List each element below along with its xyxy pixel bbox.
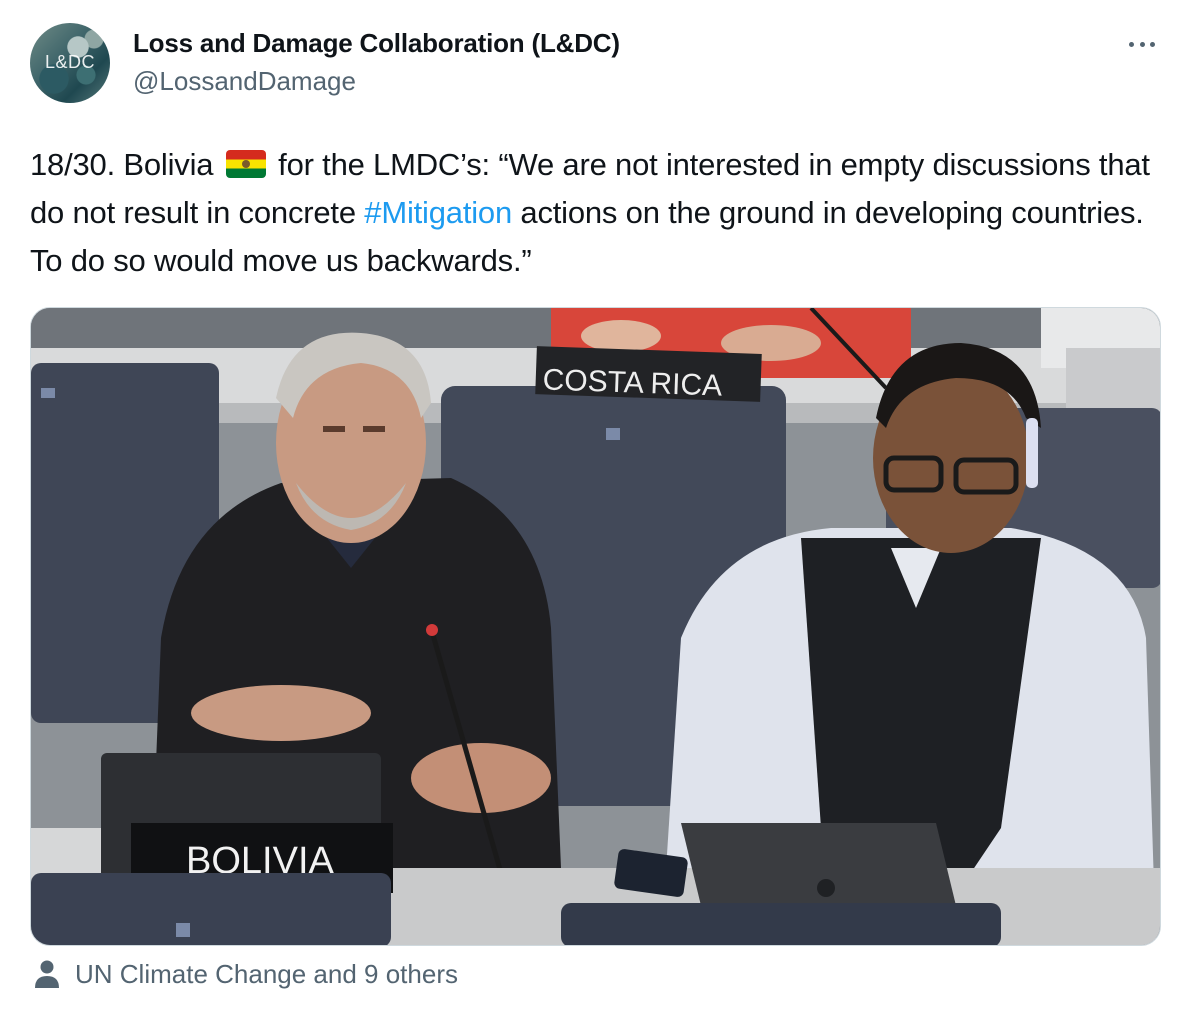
tagged-people[interactable]: UN Climate Change and 9 others <box>33 956 458 992</box>
tagged-people-text: UN Climate Change and 9 others <box>75 958 458 989</box>
tweet-text: 18/30. Bolivia for the LMDC’s: “We are n… <box>30 141 1150 285</box>
tweet-card: L&DC Loss and Damage Collaboration (L&DC… <box>0 0 1189 1016</box>
tweet-text-part1: 18/30. Bolivia <box>30 147 214 182</box>
author-display-name[interactable]: Loss and Damage Collaboration (L&DC) <box>133 28 620 59</box>
bolivia-flag-icon <box>225 150 266 178</box>
person-icon <box>35 960 59 988</box>
more-options-icon[interactable] <box>1124 30 1160 58</box>
hashtag-link[interactable]: #Mitigation <box>364 195 512 230</box>
tweet-photo[interactable]: COSTA RICA BOLIVIA <box>30 307 1161 946</box>
nameplate-costa-rica: COSTA RICA <box>542 363 723 402</box>
author-avatar[interactable]: L&DC <box>30 23 110 103</box>
photo-scene: COSTA RICA BOLIVIA <box>31 308 1160 945</box>
author-handle[interactable]: @LossandDamage <box>133 66 356 97</box>
avatar-logo-text: L&DC <box>44 52 95 72</box>
